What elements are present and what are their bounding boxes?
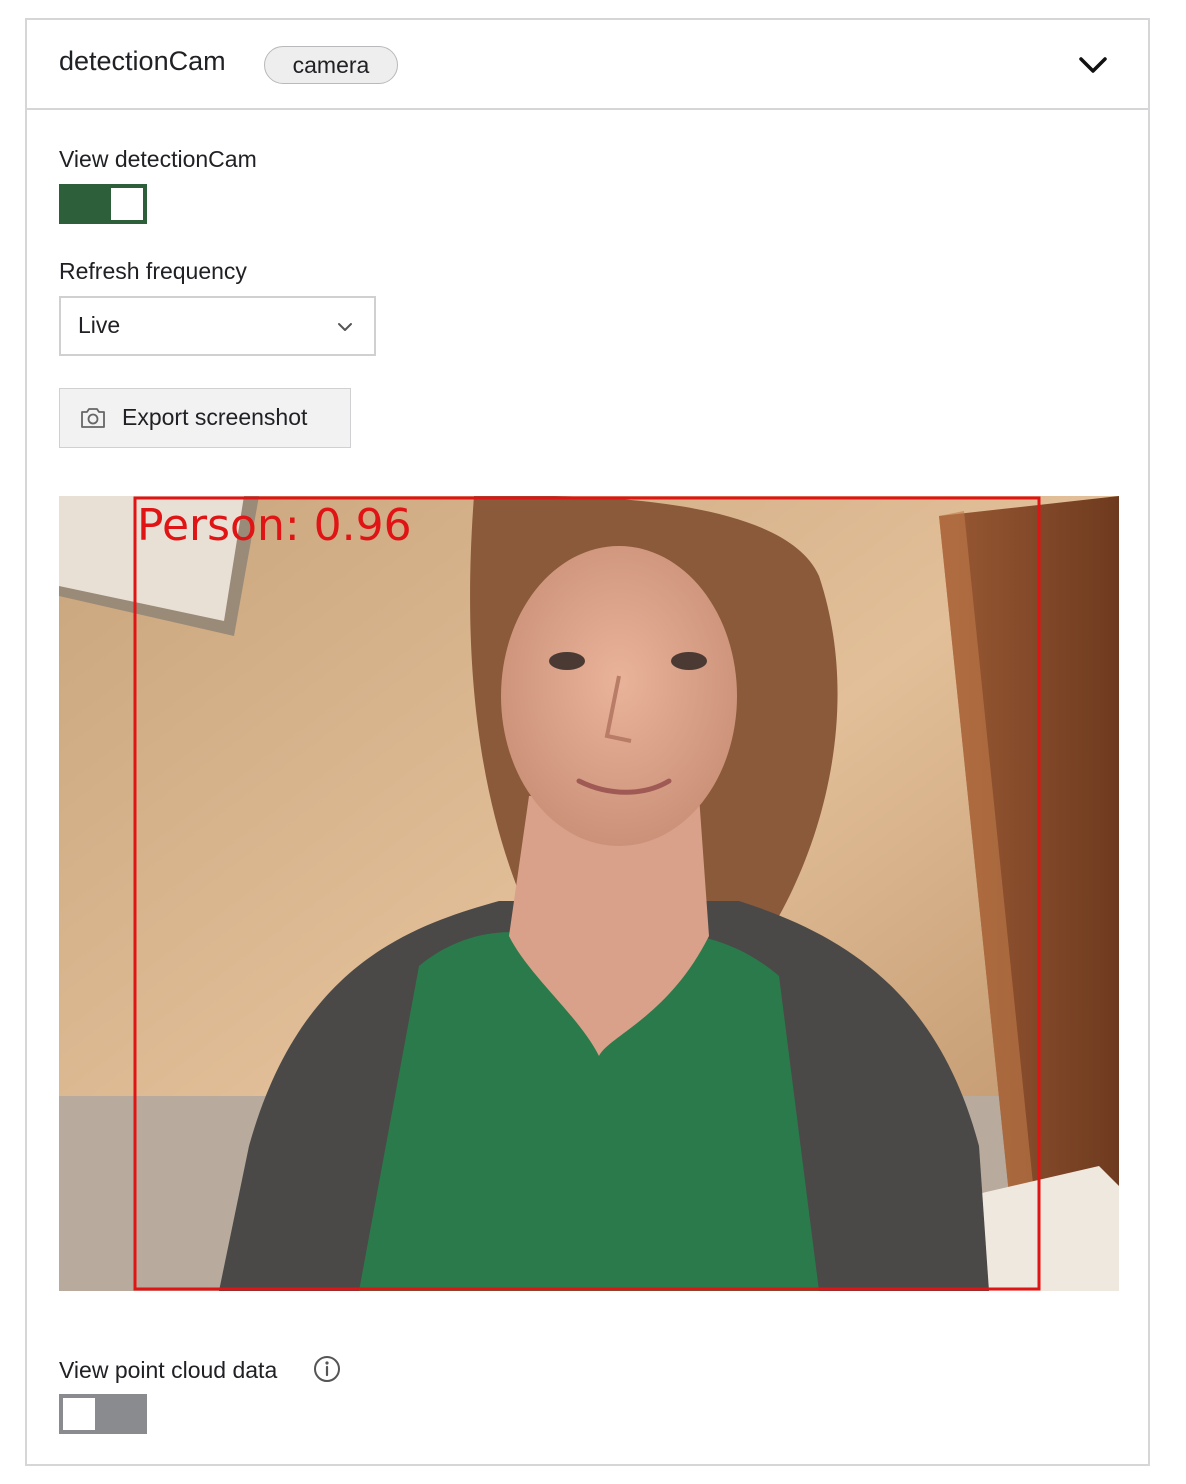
point-cloud-toggle[interactable] [59,1394,147,1434]
camera-panel: detectionCam camera View detectionCam Re… [25,18,1150,1466]
export-screenshot-button[interactable]: Export screenshot [59,388,351,448]
toggle-knob [111,188,143,220]
camera-feed-image: Person: 0.96 [59,496,1119,1291]
refresh-frequency-label: Refresh frequency [59,258,247,284]
toggle-knob [63,1398,95,1430]
camera-icon [81,408,105,428]
chevron-down-icon [338,323,352,331]
type-badge: camera [264,46,398,84]
collapse-button[interactable] [1076,48,1110,82]
detection-label: Person: 0.96 [137,500,412,551]
camera-frame [59,496,1119,1291]
export-screenshot-label: Export screenshot [122,404,308,430]
panel-title: detectionCam [59,46,226,76]
refresh-frequency-select[interactable]: Live [59,296,376,356]
info-icon[interactable] [313,1355,341,1383]
point-cloud-label: View point cloud data [59,1357,278,1383]
view-camera-toggle[interactable] [59,184,147,224]
refresh-frequency-value: Live [78,312,121,338]
chevron-down-icon [1079,57,1107,73]
panel-header: detectionCam camera [27,20,1148,110]
view-camera-label: View detectionCam [59,146,257,172]
